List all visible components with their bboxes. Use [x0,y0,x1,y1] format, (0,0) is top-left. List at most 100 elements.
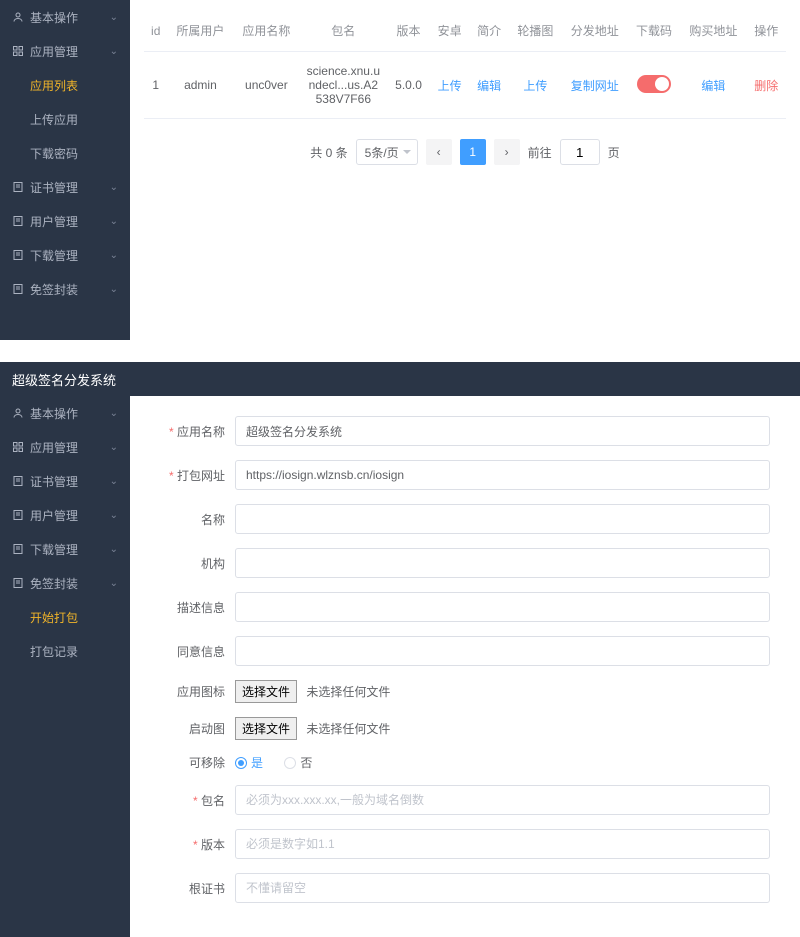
sidebar-item[interactable]: 基本操作 ⌄ [0,396,130,430]
edit-buy-link[interactable]: 编辑 [701,79,725,93]
sidebar-item-label: 应用管理 [30,439,78,456]
radio-yes-label: 是 [251,756,263,770]
chevron-down-icon: ⌄ [110,408,118,419]
label-app-name: 应用名称 [160,423,235,440]
cell-user: admin [167,52,233,119]
cell-ver: 5.0.0 [387,52,430,119]
input-cert[interactable] [235,873,770,903]
table-header: 轮播图 [509,10,562,52]
input-app-name[interactable] [235,416,770,446]
input-pack-url[interactable] [235,460,770,490]
chevron-down-icon: ⌄ [110,510,118,521]
input-name[interactable] [235,504,770,534]
table-header: 分发地址 [562,10,628,52]
delete-link[interactable]: 删除 [754,79,778,93]
input-desc[interactable] [235,592,770,622]
input-agree[interactable] [235,636,770,666]
sidebar-item-label: 用户管理 [30,507,78,524]
upload-android-link[interactable]: 上传 [438,79,462,93]
icon-file-text: 未选择任何文件 [306,685,390,699]
sidebar-sub-item[interactable]: 应用列表 [0,68,130,102]
chevron-down-icon: ⌄ [110,12,118,23]
cell-pkg: science.xnu.undecl...us.A2538V7F66 [299,52,387,119]
choose-icon-button[interactable]: 选择文件 [235,680,297,703]
pagination: 共 0 条 5条/页 ‹ 1 › 前往 页 [144,139,786,165]
label-icon: 应用图标 [160,683,235,700]
user-icon [12,11,24,23]
copy-dist-link[interactable]: 复制网址 [571,79,619,93]
sidebar-item[interactable]: 证书管理 ⌄ [0,170,130,204]
label-org: 机构 [160,555,235,572]
sidebar-item[interactable]: 下载管理⌄ [0,238,130,272]
chevron-down-icon: ⌄ [110,216,118,227]
table-header: 购买地址 [680,10,746,52]
chevron-down-icon: ⌄ [110,182,118,193]
input-pkg[interactable] [235,785,770,815]
sidebar-item[interactable]: 下载管理⌄ [0,532,130,566]
sidebar-item[interactable]: 应用管理⌄ [0,34,130,68]
prev-page-button[interactable]: ‹ [426,139,452,165]
sidebar-item[interactable]: 免签封装 ⌄ [0,272,130,306]
next-page-button[interactable]: › [494,139,520,165]
table-row: 1 admin unc0ver science.xnu.undecl...us.… [144,52,786,119]
label-removable: 可移除 [160,754,235,771]
label-splash: 启动图 [160,720,235,737]
sidebar-item-label: 免签封装 [30,575,78,592]
sidebar-item[interactable]: 应用管理⌄ [0,430,130,464]
sidebar-sub-item[interactable]: 下载密码 [0,136,130,170]
grid-icon [12,441,24,453]
edit-intro-link[interactable]: 编辑 [477,79,501,93]
doc-icon [12,215,24,227]
user-icon [12,407,24,419]
label-name: 名称 [160,511,235,528]
main-content-top: id所属用户应用名称包名版本安卓简介轮播图分发地址下载码购买地址操作 1 adm… [130,0,800,340]
page-1-button[interactable]: 1 [460,139,486,165]
upload-carousel-link[interactable]: 上传 [523,79,547,93]
sidebar-item-label: 基本操作 [30,405,78,422]
splash-file-text: 未选择任何文件 [306,722,390,736]
page-size-select[interactable]: 5条/页 [356,139,418,165]
sidebar-item-label: 应用管理 [30,43,78,60]
chevron-down-icon: ⌄ [110,250,118,261]
sidebar-sub-item[interactable]: 开始打包 [0,600,130,634]
cell-name: unc0ver [233,52,299,119]
grid-icon [12,45,24,57]
label-desc: 描述信息 [160,599,235,616]
sidebar-item[interactable]: 证书管理⌄ [0,464,130,498]
table-header: 操作 [746,10,786,52]
chevron-down-icon: ⌄ [110,476,118,487]
sidebar-item[interactable]: 用户管理 ⌄ [0,204,130,238]
choose-splash-button[interactable]: 选择文件 [235,717,297,740]
radio-no-label: 否 [300,756,312,770]
table-header: 版本 [387,10,430,52]
label-pack-url: 打包网址 [160,467,235,484]
sidebar-item[interactable]: 用户管理 ⌄ [0,498,130,532]
sidebar-item-label: 用户管理 [30,213,78,230]
download-code-switch[interactable] [637,75,671,93]
jump-input[interactable] [560,139,600,165]
radio-no[interactable] [284,757,296,769]
sidebar-item[interactable]: 免签封装⌄ [0,566,130,600]
table-header: 包名 [299,10,387,52]
sidebar-item-label: 下载管理 [30,541,78,558]
sidebar-sub-item[interactable]: 上传应用 [0,102,130,136]
sidebar-item[interactable]: 基本操作⌄ [0,0,130,34]
table-header: 安卓 [430,10,470,52]
doc-icon [12,181,24,193]
radio-yes[interactable] [235,757,247,769]
input-ver[interactable] [235,829,770,859]
input-org[interactable] [235,548,770,578]
label-agree: 同意信息 [160,643,235,660]
sidebar-top: 基本操作⌄应用管理⌄应用列表上传应用下载密码证书管理⌄用户管理⌄下载管理⌄免签封… [0,0,130,340]
app-table: id所属用户应用名称包名版本安卓简介轮播图分发地址下载码购买地址操作 1 adm… [144,10,786,119]
cell-id: 1 [144,52,167,119]
table-header: 应用名称 [233,10,299,52]
doc-icon [12,475,24,487]
chevron-down-icon: ⌄ [110,284,118,295]
jump-prefix: 前往 [528,144,552,161]
label-cert: 根证书 [160,880,235,897]
sidebar-sub-item[interactable]: 打包记录 [0,634,130,668]
sidebar-item-label: 免签封装 [30,281,78,298]
doc-icon [12,543,24,555]
sidebar-item-label: 证书管理 [30,179,78,196]
